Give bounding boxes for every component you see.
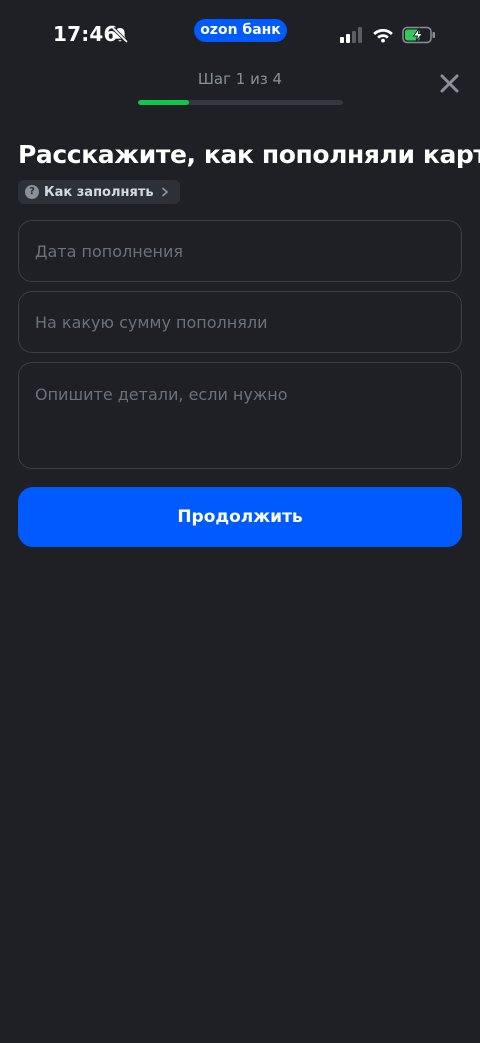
signal-icon (340, 27, 362, 43)
status-time: 17:46 (53, 22, 118, 46)
question-circle-icon: ? (25, 185, 39, 199)
step-indicator: Шаг 1 из 4 (197, 70, 283, 88)
close-icon[interactable] (436, 70, 463, 97)
battery-charging-icon (402, 26, 435, 44)
details-field[interactable] (18, 362, 462, 469)
wifi-icon (373, 29, 393, 43)
amount-field[interactable] (18, 291, 462, 353)
step-progress-fill (138, 100, 190, 105)
continue-button[interactable]: Продолжить (18, 487, 462, 547)
help-link[interactable]: ? Как заполнять (18, 180, 180, 204)
status-bar: 17:46 ozon банк (0, 0, 480, 70)
app-badge: ozon банк (194, 19, 287, 42)
help-link-label: Как заполнять (44, 184, 154, 200)
chevron-right-icon (161, 187, 168, 197)
date-field[interactable] (18, 220, 462, 282)
page-title: Расскажите, как пополняли карту (18, 140, 480, 169)
step-progress-bar (138, 100, 343, 105)
bell-slash-icon (111, 26, 129, 44)
